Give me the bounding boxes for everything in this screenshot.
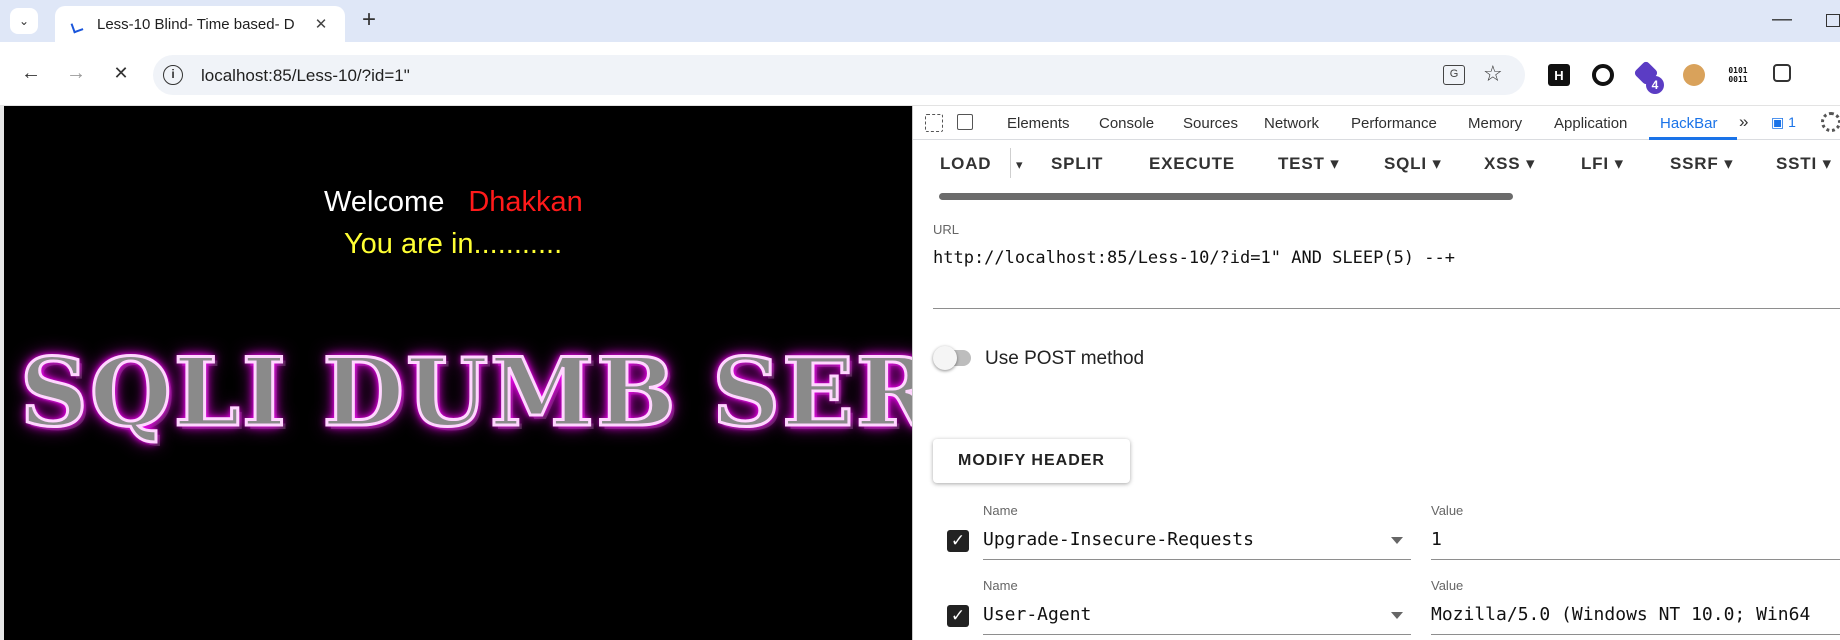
tab-elements[interactable]: Elements: [1007, 115, 1070, 132]
close-tab-icon[interactable]: ✕: [311, 15, 331, 33]
xss-menu-label: XSS: [1484, 154, 1521, 173]
binary-extension-icon[interactable]: 0101 0011: [1727, 64, 1749, 86]
extension-badge: 4: [1646, 76, 1664, 94]
ssti-menu-label: SSTI: [1776, 154, 1817, 173]
extensions-puzzle-icon[interactable]: [1773, 64, 1791, 82]
chevron-down-icon: ▾: [1614, 154, 1624, 173]
chevron-down-icon: ▾: [1822, 154, 1832, 173]
address-bar[interactable]: i localhost:85/Less-10/?id=1" G ☆: [153, 55, 1525, 95]
test-menu-label: TEST: [1278, 154, 1325, 173]
toolbar-scrollbar[interactable]: [939, 193, 1513, 200]
chevron-down-icon: ▾: [1330, 154, 1340, 173]
header-value-input[interactable]: 1: [1431, 529, 1442, 550]
header-name-label: Name: [983, 578, 1018, 593]
loading-favicon-icon: [69, 16, 85, 32]
stop-loading-button[interactable]: ✕: [108, 60, 134, 86]
forward-button[interactable]: →: [63, 60, 89, 86]
load-dropdown-caret[interactable]: ▾: [1016, 157, 1023, 173]
header-name-underline: [983, 634, 1411, 635]
tab-network[interactable]: Network: [1264, 115, 1319, 132]
header-name-select[interactable]: Upgrade-Insecure-Requests: [983, 529, 1254, 550]
welcome-label: Welcome: [324, 186, 445, 218]
chevron-down-icon: ▾: [1432, 154, 1442, 173]
test-menu-button[interactable]: TEST ▾: [1278, 154, 1340, 174]
cookie-extension-icon[interactable]: [1683, 64, 1705, 86]
split-button[interactable]: SPLIT: [1051, 154, 1103, 174]
tab-title: Less-10 Blind- Time based- D: [97, 15, 295, 33]
execute-button[interactable]: EXECUTE: [1149, 154, 1235, 174]
maximize-window-button[interactable]: [1826, 14, 1840, 27]
header-row: ✓ Name User-Agent Value Mozilla/5.0 (Win…: [913, 578, 1840, 640]
hackbar-extension-icon[interactable]: H: [1548, 64, 1570, 86]
header-value-label: Value: [1431, 578, 1464, 593]
tab-sources[interactable]: Sources: [1183, 115, 1238, 132]
site-info-icon[interactable]: i: [163, 65, 183, 85]
header-row: ✓ Name Upgrade-Insecure-Requests Value 1: [913, 503, 1840, 565]
post-method-toggle-knob[interactable]: [933, 346, 957, 370]
header-value-underline: [1431, 559, 1840, 560]
load-button[interactable]: LOAD: [940, 154, 991, 174]
hackbar-toolbar: LOAD ▾ SPLIT EXECUTE TEST ▾ SQLI ▾ XSS ▾…: [913, 140, 1840, 188]
chevron-down-icon: ▾: [1724, 154, 1734, 173]
more-tabs-icon[interactable]: »: [1739, 112, 1748, 132]
ssti-menu-button[interactable]: SSTI ▾: [1776, 154, 1832, 174]
xss-menu-button[interactable]: XSS ▾: [1484, 154, 1535, 174]
tab-performance[interactable]: Performance: [1351, 115, 1437, 132]
url-input-underline: [933, 308, 1840, 309]
address-text[interactable]: localhost:85/Less-10/?id=1": [201, 66, 410, 86]
header-enabled-checkbox[interactable]: ✓: [947, 605, 969, 627]
browser-toolbar: ← → ✕ i localhost:85/Less-10/?id=1" G ☆ …: [0, 42, 1840, 106]
tab-memory[interactable]: Memory: [1468, 115, 1522, 132]
device-toolbar-icon[interactable]: [957, 114, 973, 130]
username-text: Dhakkan: [468, 186, 583, 218]
ring-extension-icon[interactable]: [1592, 64, 1614, 86]
minimize-window-button[interactable]: —: [1772, 8, 1792, 34]
url-input[interactable]: http://localhost:85/Less-10/?id=1" AND S…: [933, 248, 1455, 268]
status-message: You are in...........: [344, 228, 563, 260]
lfi-menu-button[interactable]: LFI ▾: [1581, 154, 1624, 174]
inspect-element-icon[interactable]: [925, 114, 943, 132]
bookmark-star-icon[interactable]: ☆: [1483, 61, 1503, 87]
tab-hackbar[interactable]: HackBar: [1660, 115, 1718, 132]
header-name-underline: [983, 559, 1411, 560]
header-name-label: Name: [983, 503, 1018, 518]
settings-gear-icon[interactable]: [1821, 112, 1840, 132]
lfi-menu-label: LFI: [1581, 154, 1609, 173]
devtools-panel: Elements Console Sources Network Perform…: [912, 106, 1840, 640]
issues-counter[interactable]: ▣ 1: [1771, 114, 1796, 131]
new-tab-button[interactable]: +: [356, 8, 382, 34]
sqli-menu-button[interactable]: SQLI ▾: [1384, 154, 1442, 174]
load-split-divider: [1010, 148, 1011, 178]
welcome-line: Welcome Dhakkan: [324, 186, 583, 219]
header-value-underline: [1431, 634, 1840, 635]
web-page: Welcome Dhakkan You are in........... SQL…: [4, 106, 912, 640]
tab-strip: ⌄ Less-10 Blind- Time based- D ✕ + —: [0, 0, 1840, 42]
translate-icon[interactable]: G: [1443, 65, 1465, 85]
ssrf-menu-label: SSRF: [1670, 154, 1719, 173]
post-method-label: Use POST method: [985, 348, 1145, 369]
header-value-input[interactable]: Mozilla/5.0 (Windows NT 10.0; Win64: [1431, 604, 1810, 625]
chevron-down-icon: ▾: [1525, 154, 1536, 173]
url-field-label: URL: [933, 222, 960, 237]
back-button[interactable]: ←: [18, 60, 44, 86]
devtools-tab-bar: Elements Console Sources Network Perform…: [913, 106, 1840, 140]
ssrf-menu-button[interactable]: SSRF ▾: [1670, 154, 1733, 174]
tab-search-button[interactable]: ⌄: [10, 8, 38, 34]
sqli-menu-label: SQLI: [1384, 154, 1427, 173]
header-value-label: Value: [1431, 503, 1464, 518]
tab-console[interactable]: Console: [1099, 115, 1154, 132]
sqli-banner-logo: SQLI DUMB SERIES: [18, 337, 912, 450]
header-enabled-checkbox[interactable]: ✓: [947, 530, 969, 552]
tab-application[interactable]: Application: [1554, 115, 1627, 132]
header-name-dropdown-icon[interactable]: [1391, 612, 1403, 619]
browser-tab[interactable]: Less-10 Blind- Time based- D ✕: [55, 6, 345, 42]
header-name-dropdown-icon[interactable]: [1391, 537, 1403, 544]
modify-header-button[interactable]: MODIFY HEADER: [933, 439, 1130, 483]
header-name-select[interactable]: User-Agent: [983, 604, 1091, 625]
